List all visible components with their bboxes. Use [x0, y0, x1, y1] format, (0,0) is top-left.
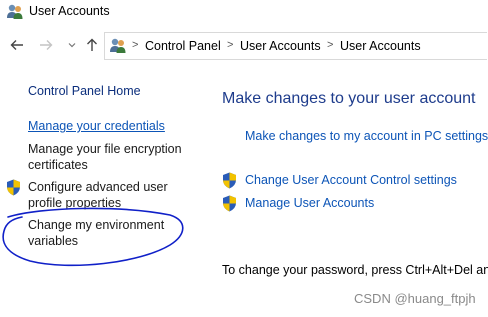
up-button[interactable]: [84, 37, 100, 53]
breadcrumb-user-accounts[interactable]: User Accounts: [240, 39, 321, 53]
chevron-down-icon: [68, 43, 76, 48]
window-title: User Accounts: [29, 4, 110, 18]
control-panel-home-link[interactable]: Control Panel Home: [28, 83, 198, 99]
breadcrumb-separator[interactable]: >: [132, 39, 138, 51]
file-encryption-link[interactable]: Manage your file encryption certificates: [28, 141, 198, 173]
password-instructions: To change your password, press Ctrl+Alt+…: [222, 263, 488, 277]
breadcrumb-control-panel[interactable]: Control Panel: [145, 39, 221, 53]
breadcrumb-separator[interactable]: >: [227, 39, 233, 51]
uac-shield-icon: [223, 172, 236, 189]
page-heading: Make changes to your user account: [222, 90, 476, 107]
breadcrumb-separator[interactable]: >: [327, 39, 333, 51]
forward-button[interactable]: [38, 37, 54, 53]
control-panel-icon: [110, 38, 126, 53]
arrow-left-icon: [10, 40, 23, 50]
watermark: CSDN @huang_ftpjh: [354, 291, 476, 306]
address-bar[interactable]: > Control Panel > User Accounts > User A…: [104, 32, 487, 60]
manage-credentials-link[interactable]: Manage your credentials: [28, 118, 198, 134]
environment-variables-link[interactable]: Change my environment variables: [28, 217, 198, 249]
pc-settings-link[interactable]: Make changes to my account in PC setting…: [245, 129, 488, 143]
arrow-right-icon: [40, 40, 53, 50]
uac-settings-link[interactable]: Change User Account Control settings: [245, 173, 457, 187]
back-button[interactable]: [9, 37, 25, 53]
uac-shield-icon: [223, 195, 236, 212]
user-accounts-icon: [7, 4, 23, 19]
advanced-profile-link[interactable]: Configure advanced user profile properti…: [28, 179, 198, 211]
manage-user-accounts-link[interactable]: Manage User Accounts: [245, 196, 374, 210]
recent-locations-button[interactable]: [64, 37, 80, 53]
uac-shield-icon: [7, 179, 20, 196]
breadcrumb-user-accounts-current[interactable]: User Accounts: [340, 39, 421, 53]
arrow-up-icon: [87, 38, 97, 51]
title-bar: User Accounts: [0, 0, 488, 26]
